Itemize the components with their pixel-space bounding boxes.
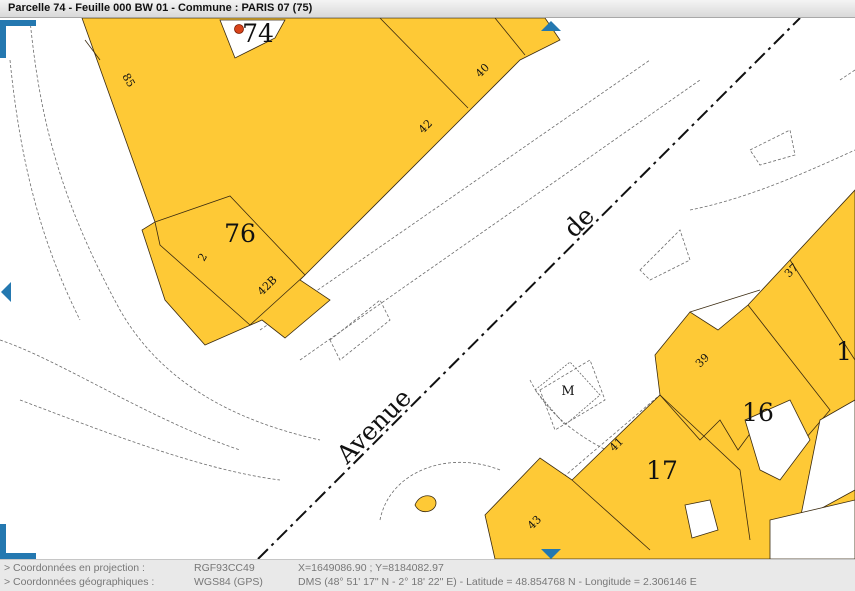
parcel-label-16: 16 — [742, 398, 774, 427]
street-name-avenue: Avenue — [330, 383, 417, 470]
geographic-row: > Coordonnées géographiques : WGS84 (GPS… — [0, 576, 855, 590]
parcel-label-76: 76 — [224, 219, 256, 248]
projection-row: > Coordonnées en projection : RGF93CC49 … — [0, 562, 855, 576]
parcel-label-1: 1 — [836, 337, 852, 366]
geographic-label: > Coordonnées géographiques : — [4, 576, 155, 588]
geographic-system: WGS84 (GPS) — [194, 576, 263, 588]
window-title: Parcelle 74 - Feuille 000 BW 01 - Commun… — [8, 2, 313, 14]
roundabout-island — [414, 495, 437, 512]
metro-label: M — [561, 384, 574, 399]
pan-arrow-left-icon[interactable] — [1, 282, 11, 302]
projection-system: RGF93CC49 — [194, 562, 255, 574]
window-titlebar: Parcelle 74 - Feuille 000 BW 01 - Commun… — [0, 0, 855, 18]
parcel-block-south — [414, 189, 855, 559]
parcel-group — [484, 189, 855, 559]
cadastral-map[interactable]: M 74 76 16 17 1 85 40 42 2 42B 37 39 41 … — [0, 18, 855, 559]
projection-label: > Coordonnées en projection : — [4, 562, 145, 574]
geographic-value: DMS (48° 51' 17" N - 2° 18' 22" E) - Lat… — [298, 576, 697, 588]
parcel-label-74: 74 — [242, 19, 274, 48]
projection-value: X=1649086.90 ; Y=8184082.97 — [298, 562, 444, 574]
parcel-label-17: 17 — [646, 456, 678, 485]
street-name-de: de — [558, 201, 600, 243]
coordinates-status-bar: > Coordonnées en projection : RGF93CC49 … — [0, 559, 855, 591]
map-canvas[interactable]: M 74 76 16 17 1 85 40 42 2 42B 37 39 41 … — [0, 18, 855, 559]
metro-icon: M — [534, 361, 601, 426]
